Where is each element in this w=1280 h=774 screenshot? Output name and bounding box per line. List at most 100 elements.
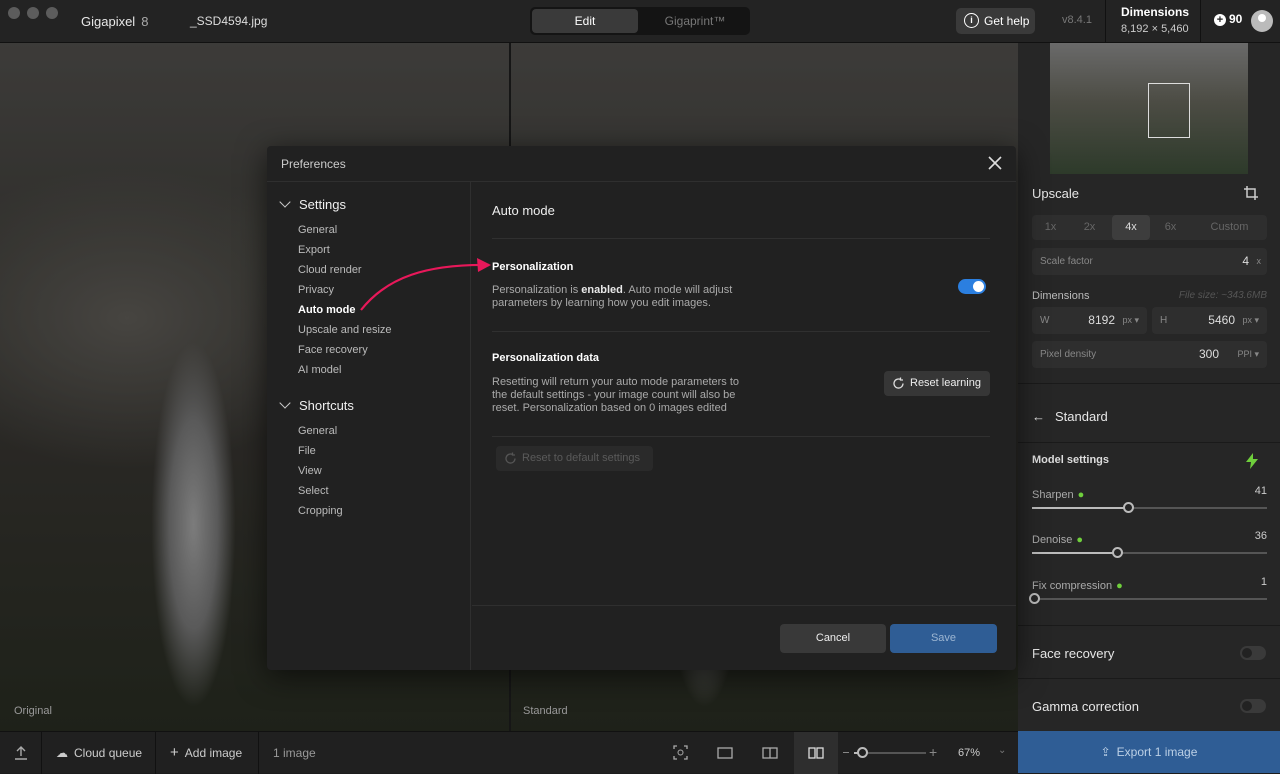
scale-1x[interactable]: 1x bbox=[1032, 215, 1069, 240]
save-button[interactable]: Save bbox=[890, 624, 997, 653]
version-label: v8.4.1 bbox=[1062, 14, 1092, 26]
scale-6x[interactable]: 6x bbox=[1152, 215, 1189, 240]
personalization-toggle[interactable] bbox=[958, 279, 986, 294]
scale-4x[interactable]: 4x bbox=[1112, 215, 1150, 240]
scale-factor-field[interactable]: Scale factor 4 x bbox=[1032, 248, 1267, 275]
scale-custom[interactable]: Custom bbox=[1192, 215, 1267, 240]
gamma-correction-toggle[interactable] bbox=[1240, 699, 1266, 713]
fix-compression-knob[interactable] bbox=[1029, 593, 1041, 604]
zoom-out-icon[interactable] bbox=[843, 752, 849, 753]
fix-compression-slider[interactable]: Fix compression ● 1 bbox=[1029, 576, 1267, 604]
width-value: 8192 bbox=[1088, 313, 1115, 327]
nav-item-cloud-render[interactable]: Cloud render bbox=[298, 264, 362, 276]
side-by-side-icon bbox=[808, 747, 824, 759]
nav-item-shortcuts-general[interactable]: General bbox=[298, 425, 337, 437]
nav-item-select[interactable]: Select bbox=[298, 485, 329, 497]
reset-to-default-label: Reset to default settings bbox=[522, 452, 641, 464]
nav-item-auto-mode[interactable]: Auto mode bbox=[298, 304, 355, 316]
denoise-value: 36 bbox=[1254, 530, 1267, 542]
crop-icon[interactable] bbox=[1244, 186, 1258, 200]
lightning-icon[interactable] bbox=[1246, 453, 1258, 469]
add-image-label: Add image bbox=[184, 746, 243, 760]
face-recovery-title: Face recovery bbox=[1032, 646, 1115, 661]
navigator-thumbnail[interactable] bbox=[1050, 43, 1248, 174]
width-label: W bbox=[1040, 315, 1050, 326]
nav-item-upscale-and-resize[interactable]: Upscale and resize bbox=[298, 324, 392, 336]
cloud-queue-label: Cloud queue bbox=[74, 746, 143, 760]
side-by-side-view-button[interactable] bbox=[794, 732, 838, 774]
dialog-header: Preferences bbox=[267, 146, 1016, 182]
upload-icon[interactable] bbox=[13, 745, 29, 761]
nav-item-general[interactable]: General bbox=[298, 224, 337, 236]
tab-gigaprint[interactable]: Gigaprint™ bbox=[642, 9, 748, 33]
get-help-button[interactable]: i Get help bbox=[956, 8, 1035, 34]
scale-2x[interactable]: 2x bbox=[1071, 215, 1108, 240]
focus-icon[interactable] bbox=[673, 745, 688, 760]
add-image-button[interactable]: + Add image bbox=[170, 732, 242, 774]
credits-badge[interactable]: +90 bbox=[1214, 12, 1242, 26]
minimize-window-button[interactable] bbox=[27, 7, 39, 19]
reset-to-default-button[interactable]: Reset to default settings bbox=[496, 446, 653, 471]
nav-group-shortcuts[interactable]: Shortcuts bbox=[279, 397, 354, 413]
tab-edit[interactable]: Edit bbox=[532, 9, 638, 33]
nav-item-export[interactable]: Export bbox=[298, 244, 330, 256]
zoom-dropdown-icon[interactable]: ⌄ bbox=[998, 745, 1006, 756]
nav-item-cropping[interactable]: Cropping bbox=[298, 505, 343, 517]
zoom-knob[interactable] bbox=[857, 747, 868, 758]
nav-item-privacy[interactable]: Privacy bbox=[298, 284, 334, 296]
fix-compression-value: 1 bbox=[1260, 576, 1267, 588]
dimensions-value: 8,192 × 5,460 bbox=[1121, 23, 1189, 35]
dialog-title: Preferences bbox=[281, 157, 346, 171]
reset-learning-button[interactable]: Reset learning bbox=[884, 371, 990, 396]
zoom-level[interactable]: 67% bbox=[958, 732, 980, 774]
nav-item-ai-model[interactable]: AI model bbox=[298, 364, 341, 376]
pixel-density-unit-select[interactable]: PPI ▾ bbox=[1237, 341, 1259, 368]
cancel-button[interactable]: Cancel bbox=[780, 624, 886, 653]
nav-item-file[interactable]: File bbox=[298, 445, 316, 457]
chevron-down-icon bbox=[279, 397, 291, 409]
zoom-window-button[interactable] bbox=[46, 7, 58, 19]
split-view-icon[interactable] bbox=[762, 747, 778, 759]
avatar[interactable] bbox=[1251, 10, 1273, 32]
pixel-density-label: Pixel density bbox=[1040, 349, 1097, 360]
export-label: Export 1 image bbox=[1116, 745, 1198, 759]
section-divider bbox=[1018, 442, 1280, 443]
nav-group-settings[interactable]: Settings bbox=[279, 196, 346, 212]
sharpen-value: 41 bbox=[1254, 485, 1267, 497]
image-count: 1 image bbox=[273, 746, 316, 760]
width-unit-select[interactable]: px ▾ bbox=[1122, 307, 1139, 334]
sharpen-label: Sharpen bbox=[1032, 489, 1074, 501]
annotation-arrow-icon bbox=[360, 258, 491, 311]
zoom-slider[interactable] bbox=[854, 747, 926, 758]
zoom-in-icon[interactable]: + bbox=[929, 744, 937, 760]
sharpen-knob[interactable] bbox=[1123, 502, 1135, 513]
file-name: _SSD4594.jpg bbox=[190, 14, 268, 28]
cloud-queue-button[interactable]: ☁ Cloud queue bbox=[56, 732, 142, 774]
pixel-density-field[interactable]: Pixel density 300 PPI ▾ bbox=[1032, 341, 1267, 368]
export-button[interactable]: ⇪ Export 1 image bbox=[1018, 731, 1280, 773]
close-window-button[interactable] bbox=[8, 7, 20, 19]
height-unit-select[interactable]: px ▾ bbox=[1242, 307, 1259, 334]
sharpen-slider[interactable]: Sharpen ● 41 bbox=[1032, 485, 1267, 513]
face-recovery-toggle[interactable] bbox=[1240, 646, 1266, 660]
scale-selector: 1x 2x 4x 6x Custom bbox=[1032, 215, 1267, 240]
height-label: H bbox=[1160, 315, 1168, 326]
personalization-data-title: Personalization data bbox=[492, 352, 599, 364]
nav-item-face-recovery[interactable]: Face recovery bbox=[298, 344, 368, 356]
chevron-down-icon bbox=[279, 196, 291, 208]
cloud-icon: ☁ bbox=[56, 746, 68, 760]
denoise-knob[interactable] bbox=[1111, 547, 1123, 558]
model-back-button[interactable]: ← Standard bbox=[1032, 409, 1108, 424]
single-view-icon[interactable] bbox=[717, 747, 733, 759]
width-field[interactable]: W 8192 px ▾ bbox=[1032, 307, 1147, 334]
viewport-rectangle[interactable] bbox=[1148, 83, 1190, 138]
plus-icon: + bbox=[1214, 14, 1226, 26]
personalization-description: Personalization is enabled. Auto mode wi… bbox=[492, 284, 733, 309]
section-divider bbox=[1018, 625, 1280, 626]
close-icon[interactable] bbox=[986, 154, 1004, 172]
height-field[interactable]: H 5460 px ▾ bbox=[1152, 307, 1267, 334]
denoise-label: Denoise bbox=[1032, 534, 1073, 546]
nav-item-view[interactable]: View bbox=[298, 465, 322, 477]
personalization-data-description: Resetting will return your auto mode par… bbox=[492, 376, 740, 414]
denoise-slider[interactable]: Denoise ● 36 bbox=[1032, 530, 1267, 558]
